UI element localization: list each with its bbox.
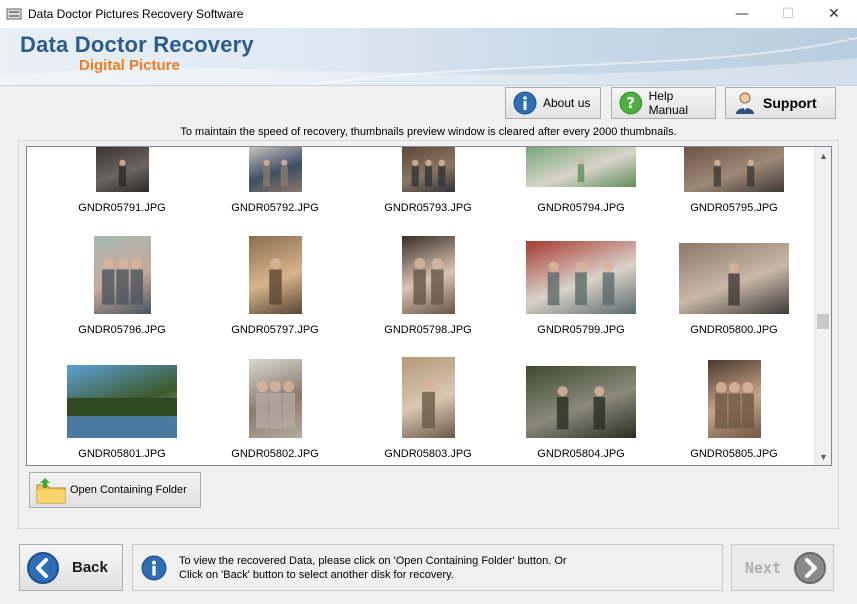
photo-content (713, 159, 755, 187)
thumbnail-image[interactable] (401, 236, 455, 314)
photo-content (67, 397, 177, 438)
thumbnail-filename: GNDR05799.JPG (537, 324, 625, 336)
scroll-thumb[interactable] (817, 314, 829, 329)
header-banner: Data Doctor Recovery Digital Picture (0, 28, 857, 86)
thumbnail-image[interactable] (95, 147, 149, 192)
open-folder-label: Open Containing Folder (70, 484, 187, 496)
photo-content (262, 159, 288, 187)
status-message-line-1: To view the recovered Data, please click… (179, 554, 567, 567)
thumbnail-filename: GNDR05801.JPG (78, 448, 166, 460)
thumbnail-image[interactable] (401, 357, 455, 438)
thumbnail-image[interactable] (248, 147, 302, 192)
scroll-down-arrow-icon[interactable]: ▼ (815, 448, 831, 465)
next-button[interactable]: Next (731, 544, 834, 591)
about-us-button[interactable]: About us (505, 87, 601, 119)
thumbnail-filename: GNDR05803.JPG (384, 448, 472, 460)
photo-content (411, 159, 445, 187)
thumbnail-filename: GNDR05800.JPG (690, 324, 778, 336)
scroll-up-arrow-icon[interactable]: ▲ (815, 147, 831, 164)
thumbnail-grid[interactable]: ▲ ▼ GNDR05791.JPG GNDR05792.JPG GNDR05793.… (26, 146, 832, 466)
thumbnail-notice: To maintain the speed of recovery, thumb… (180, 126, 677, 138)
photo-content (577, 158, 585, 183)
folder-icon (36, 478, 66, 504)
app-icon (6, 8, 22, 20)
thumbnail-image[interactable] (93, 236, 151, 314)
thumbnail-filename: GNDR05804.JPG (537, 448, 625, 460)
photo-content (556, 386, 606, 430)
brand-title: Data Doctor Recovery (20, 32, 254, 57)
about-us-label: About us (543, 96, 591, 110)
thumbnail-image[interactable] (526, 366, 636, 438)
thumbnail-filename: GNDR05802.JPG (231, 448, 319, 460)
status-message-line-2: Click on 'Back' button to select another… (179, 568, 454, 581)
next-arrow-icon (794, 551, 826, 584)
thumbnail-image[interactable] (684, 147, 784, 192)
thumbnail-filename: GNDR05797.JPG (231, 324, 319, 336)
help-icon: ? (619, 91, 643, 115)
support-button[interactable]: Support (725, 87, 836, 119)
vertical-scrollbar[interactable]: ▲ ▼ (814, 147, 831, 465)
thumbnail-image[interactable] (248, 359, 302, 438)
back-button[interactable]: Back (19, 544, 123, 591)
thumbnail-image[interactable] (526, 241, 636, 314)
back-label: Back (72, 559, 108, 576)
thumbnail-image[interactable] (707, 360, 761, 438)
app-window: Data Doctor Pictures Recovery Software —… (0, 0, 857, 604)
thumbnail-filename: GNDR05793.JPG (384, 202, 472, 214)
photo-content (118, 159, 126, 187)
window-controls: — ☐ ✕ (719, 0, 857, 28)
status-message: To view the recovered Data, please click… (179, 554, 567, 582)
thumbnail-filename: GNDR05795.JPG (690, 202, 778, 214)
thumbnail-image[interactable] (679, 243, 789, 314)
photo-content (255, 381, 295, 429)
results-panel: ▲ ▼ GNDR05791.JPG GNDR05792.JPG GNDR05793.… (18, 140, 839, 529)
support-label: Support (763, 95, 817, 111)
status-message-box: To view the recovered Data, please click… (132, 544, 723, 591)
photo-content (421, 379, 435, 429)
thumbnail-image[interactable] (401, 147, 455, 192)
info-icon (141, 555, 167, 580)
thumbnail-filename: GNDR05791.JPG (78, 202, 166, 214)
support-person-icon (736, 92, 754, 114)
info-icon (513, 91, 537, 115)
photo-content (101, 257, 143, 305)
thumbnail-filename: GNDR05805.JPG (690, 448, 778, 460)
help-manual-label: Help Manual (648, 89, 688, 117)
thumbnail-filename: GNDR05794.JPG (537, 202, 625, 214)
window-title: Data Doctor Pictures Recovery Software (28, 7, 244, 21)
thumbnail-image[interactable] (248, 236, 302, 314)
open-containing-folder-button[interactable]: Open Containing Folder (29, 472, 201, 508)
maximize-button[interactable]: ☐ (765, 0, 811, 28)
photo-content (714, 381, 754, 429)
thumbnail-filename: GNDR05796.JPG (78, 324, 166, 336)
photo-content (728, 262, 740, 306)
thumbnail-filename: GNDR05798.JPG (384, 324, 472, 336)
title-bar: Data Doctor Pictures Recovery Software —… (0, 0, 857, 28)
help-manual-button[interactable]: ? Help Manual (611, 87, 716, 119)
thumbnail-filename: GNDR05792.JPG (231, 202, 319, 214)
thumbnail-image[interactable] (526, 147, 636, 187)
photo-content (412, 257, 444, 305)
next-label: Next (744, 558, 781, 577)
svg-text:?: ? (627, 95, 636, 112)
close-button[interactable]: ✕ (811, 0, 857, 28)
photo-content (268, 257, 282, 305)
brand-subtitle: Digital Picture (79, 57, 180, 74)
back-arrow-icon (27, 551, 59, 584)
photo-content (547, 261, 615, 306)
thumbnail-image[interactable] (67, 365, 177, 438)
minimize-button[interactable]: — (719, 0, 765, 28)
